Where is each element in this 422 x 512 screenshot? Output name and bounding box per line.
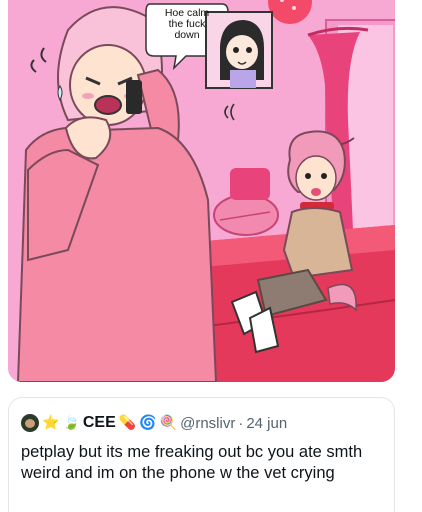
speech-line-3: down — [174, 29, 200, 41]
user-avatar[interactable] — [21, 414, 39, 432]
comic-illustration — [8, 0, 395, 382]
tweet-card[interactable]: ⭐ 🍃 CEE 💊 🌀 🍭 @rnslivr · 24 jun petplay … — [8, 397, 395, 512]
lollipop-emoji-icon: 🍭 — [159, 415, 178, 431]
tweet-date[interactable]: 24 jun — [246, 415, 287, 432]
separator-dot: · — [238, 414, 244, 432]
pill-emoji-icon: 💊 — [118, 415, 137, 431]
star-badge-icon: ⭐ — [42, 415, 60, 431]
tweet-text: petplay but its me freaking out bc you a… — [21, 443, 363, 482]
comic-image: Hoe calm the fuck down — [8, 0, 395, 382]
spiral-emoji-icon: 🌀 — [139, 415, 157, 431]
tweet-header: ⭐ 🍃 CEE 💊 🌀 🍭 @rnslivr · 24 jun — [21, 412, 382, 434]
display-name[interactable]: CEE — [83, 414, 116, 432]
leaf-badge-icon: 🍃 — [62, 415, 80, 431]
user-handle[interactable]: @rnslivr — [180, 415, 235, 432]
speech-bubble-text: Hoe calm the fuck down — [157, 8, 217, 41]
